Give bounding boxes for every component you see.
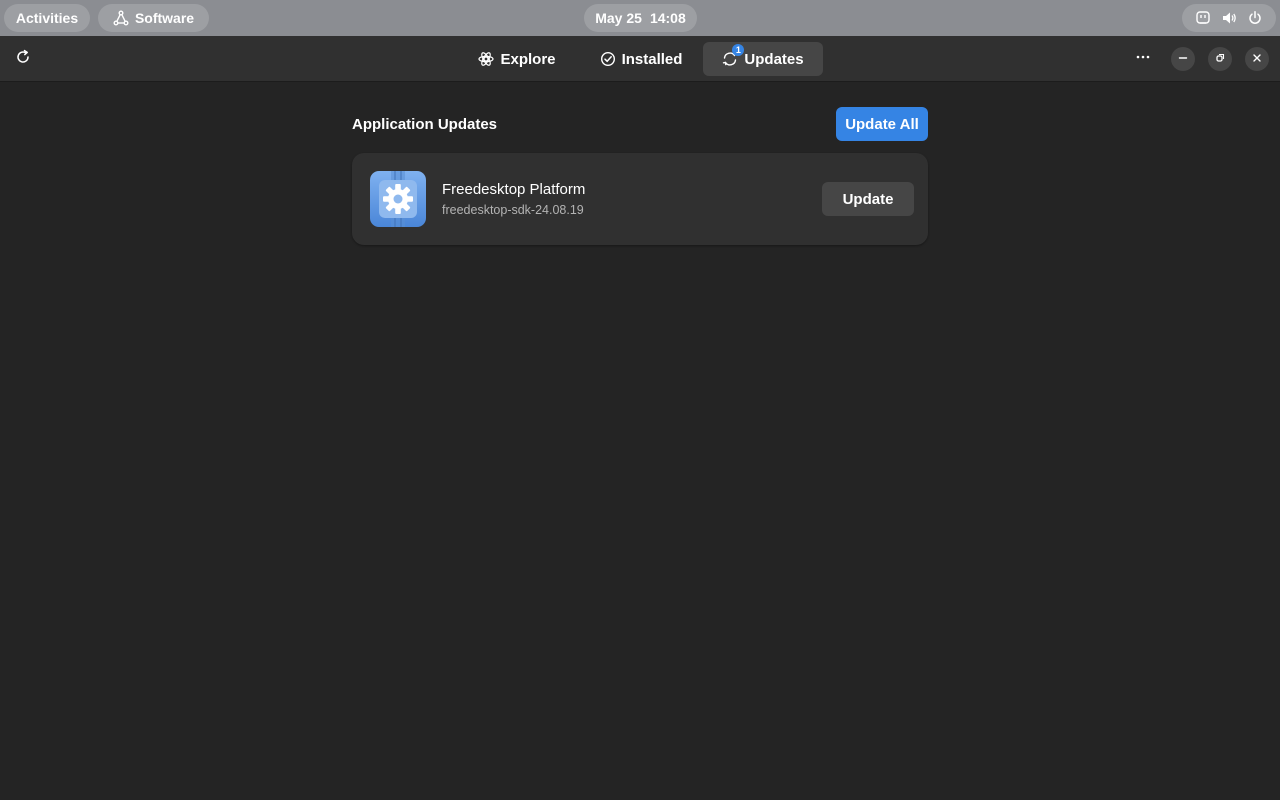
- tab-updates[interactable]: 1 Updates: [703, 42, 823, 76]
- app-name: Freedesktop Platform: [442, 181, 586, 198]
- refresh-button[interactable]: [9, 44, 37, 74]
- update-all-button[interactable]: Update All: [836, 107, 928, 141]
- tab-installed[interactable]: Installed: [586, 42, 696, 76]
- header-bar: Explore Installed 1 Updates: [0, 36, 1280, 82]
- minimize-icon: [1178, 50, 1188, 68]
- gnome-top-bar: Activities Software May 25 14:08: [0, 0, 1280, 36]
- updates-count-badge: 1: [732, 44, 745, 56]
- tab-explore[interactable]: Explore: [467, 42, 567, 76]
- software-icon: [113, 10, 129, 26]
- minimize-button[interactable]: [1171, 47, 1195, 71]
- update-button[interactable]: Update: [822, 182, 914, 216]
- maximize-icon: [1215, 50, 1225, 68]
- clock-button[interactable]: May 25 14:08: [584, 4, 697, 32]
- power-icon: [1247, 10, 1263, 26]
- accessibility-icon: [1195, 10, 1211, 26]
- refresh-icon: [15, 49, 31, 70]
- updates-sync-icon: 1: [722, 44, 745, 67]
- clock-date: May 25: [595, 10, 642, 26]
- app-version: freedesktop-sdk-24.08.19: [442, 203, 584, 217]
- installed-check-icon: [600, 51, 616, 67]
- maximize-button[interactable]: [1208, 47, 1232, 71]
- app-menu-button[interactable]: Software: [98, 4, 209, 32]
- more-dots-icon: [1135, 49, 1151, 70]
- tab-explore-label: Explore: [500, 50, 556, 68]
- close-button[interactable]: [1245, 47, 1269, 71]
- activities-label: Activities: [15, 10, 79, 26]
- tab-updates-label: Updates: [744, 50, 804, 68]
- explore-icon: [478, 51, 495, 67]
- close-icon: [1252, 50, 1262, 68]
- main-menu-button[interactable]: [1129, 44, 1157, 74]
- section-title: Application Updates: [352, 116, 498, 133]
- update-list-item[interactable]: Freedesktop Platform freedesktop-sdk-24.…: [352, 153, 928, 245]
- app-menu-label: Software: [134, 10, 195, 26]
- clock-time: 14:08: [649, 10, 686, 26]
- volume-icon: [1221, 10, 1237, 26]
- freedesktop-gear-icon: [370, 171, 426, 227]
- tab-installed-label: Installed: [621, 50, 683, 68]
- activities-button[interactable]: Activities: [4, 4, 90, 32]
- system-menu-button[interactable]: [1182, 4, 1276, 32]
